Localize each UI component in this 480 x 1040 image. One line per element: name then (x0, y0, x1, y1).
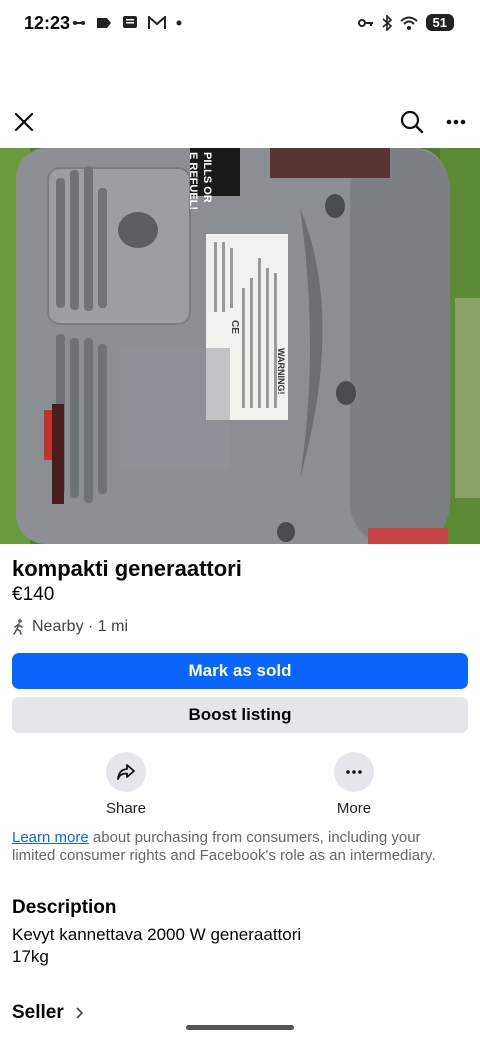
close-button[interactable] (6, 104, 42, 140)
search-icon (400, 110, 424, 134)
description-line-1: Kevyt kannettava 2000 W generaattori (12, 925, 302, 944)
more-horizontal-icon (446, 119, 466, 125)
top-bar (0, 100, 480, 144)
location-text: Nearby · 1 mi (32, 618, 129, 635)
gmail-icon (148, 16, 166, 29)
mark-as-sold-button[interactable]: Mark as sold (12, 653, 468, 689)
more-action[interactable]: More (314, 752, 394, 817)
generator-image: PILLS ORE REFUEL! WARNING! CE (0, 148, 480, 544)
key-icon (357, 18, 373, 27)
close-icon (14, 112, 34, 132)
seller-section[interactable]: Seller (12, 1002, 83, 1024)
status-bar: 12:23 51 (0, 0, 480, 48)
more-options-button[interactable] (438, 104, 474, 140)
status-time: 12:23 (24, 13, 71, 33)
seller-heading: Seller (12, 1002, 64, 1023)
listing-title: kompakti generaattori (12, 556, 242, 581)
share-action[interactable]: Share (86, 752, 166, 817)
home-indicator[interactable] (186, 1025, 294, 1030)
more-horizontal-icon (346, 770, 362, 774)
dot-icon (176, 20, 182, 26)
photo-label-title: WARNING! (276, 348, 286, 395)
share-label: Share (105, 800, 147, 817)
description-body: Kevyt kannettava 2000 W generaattori 17k… (12, 924, 301, 968)
boost-listing-button[interactable]: Boost listing (12, 697, 468, 733)
more-label: More (336, 800, 372, 817)
link-notification-icon (73, 21, 85, 25)
wifi-icon (399, 16, 418, 30)
description-heading: Description (12, 897, 117, 918)
search-button[interactable] (394, 104, 430, 140)
chevron-right-icon (76, 1007, 83, 1019)
listing-price: €140 (12, 584, 55, 605)
description-line-2: 17kg (12, 947, 49, 966)
share-icon (117, 764, 135, 780)
tag-notification-icon (97, 18, 111, 28)
consumer-info: Learn more about purchasing from consume… (12, 829, 468, 865)
message-notification-icon (123, 16, 137, 28)
battery-indicator: 51 (425, 14, 454, 31)
bluetooth-icon (382, 14, 392, 31)
system-icons: 51 (357, 14, 454, 31)
walking-icon (13, 619, 23, 635)
learn-more-link[interactable]: Learn more (12, 829, 89, 846)
share-button[interactable] (106, 752, 146, 792)
listing-location: Nearby · 1 mi (12, 618, 128, 636)
photo-label-mark: CE (229, 320, 240, 334)
more-button[interactable] (334, 752, 374, 792)
notification-icons (72, 15, 182, 31)
listing-photo[interactable]: PILLS ORE REFUEL! WARNING! CE (0, 148, 480, 544)
